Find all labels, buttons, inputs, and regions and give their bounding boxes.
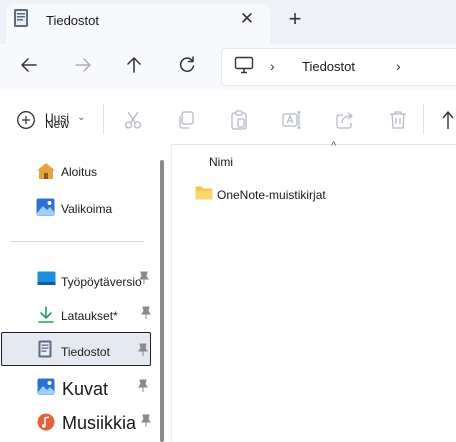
cut-icon[interactable] bbox=[122, 109, 144, 131]
tab-title: Tiedostot bbox=[46, 13, 99, 28]
refresh-icon[interactable] bbox=[172, 50, 202, 80]
sort-icon[interactable] bbox=[442, 109, 456, 131]
download-icon bbox=[38, 306, 54, 323]
sidebar-divider bbox=[10, 241, 144, 242]
pane-divider bbox=[171, 144, 172, 442]
pin-icon bbox=[139, 271, 149, 284]
sidebar-item-kuvat[interactable]: Kuvat bbox=[62, 379, 108, 400]
column-header-name[interactable]: Nimi bbox=[209, 155, 233, 169]
sidebar-item-tyopoytaversio[interactable]: Työpöytäversio bbox=[61, 275, 142, 289]
delete-icon[interactable] bbox=[387, 109, 409, 131]
desktop-icon bbox=[37, 271, 56, 285]
pictures-icon bbox=[37, 378, 55, 395]
toolbar-separator bbox=[103, 104, 104, 134]
back-arrow-icon[interactable] bbox=[14, 50, 44, 80]
copy-icon[interactable] bbox=[175, 109, 197, 131]
new-tab-button[interactable]: + bbox=[284, 8, 306, 30]
sidebar-item-valikoima[interactable]: Valikoima bbox=[61, 202, 112, 216]
this-pc-icon bbox=[234, 56, 254, 74]
close-tab-icon[interactable]: ✕ bbox=[236, 8, 258, 30]
documents-icon bbox=[14, 9, 28, 27]
sort-caret-icon: ^ bbox=[331, 140, 337, 152]
sidebar-item-aloitus[interactable]: Aloitus bbox=[61, 165, 97, 179]
chevron-down-icon[interactable]: ⌄ bbox=[77, 112, 85, 123]
home-icon bbox=[37, 163, 55, 179]
sidebar-item-musiikkia[interactable]: Musiikkia bbox=[62, 413, 136, 434]
sidebar-item-label: Tiedostot bbox=[61, 345, 110, 359]
pin-icon bbox=[138, 343, 148, 356]
breadcrumb-tiedostot[interactable]: Tiedostot bbox=[302, 59, 355, 74]
share-icon[interactable] bbox=[334, 109, 356, 131]
breadcrumb-chevron-end[interactable]: › bbox=[396, 58, 401, 74]
documents-icon bbox=[38, 340, 52, 358]
toolbar-separator bbox=[423, 104, 424, 134]
breadcrumb-chevron[interactable]: › bbox=[270, 58, 275, 74]
music-icon bbox=[37, 413, 55, 431]
paste-icon[interactable] bbox=[228, 109, 250, 131]
forward-arrow-icon[interactable] bbox=[68, 50, 98, 80]
sidebar-item-lataukset[interactable]: Lataukset* bbox=[61, 309, 118, 323]
pin-icon bbox=[138, 379, 148, 392]
new-button-label-en[interactable]: New bbox=[45, 117, 69, 131]
gallery-icon bbox=[36, 198, 55, 216]
up-arrow-icon[interactable] bbox=[119, 50, 149, 80]
pin-icon bbox=[141, 414, 151, 427]
new-plus-icon[interactable] bbox=[16, 110, 36, 130]
file-row-name[interactable]: OneNote-muistikirjat bbox=[217, 188, 326, 202]
rename-icon[interactable] bbox=[281, 109, 303, 131]
sidebar-scrollbar[interactable] bbox=[160, 160, 164, 442]
pin-icon bbox=[141, 306, 151, 319]
folder-icon bbox=[195, 186, 213, 200]
